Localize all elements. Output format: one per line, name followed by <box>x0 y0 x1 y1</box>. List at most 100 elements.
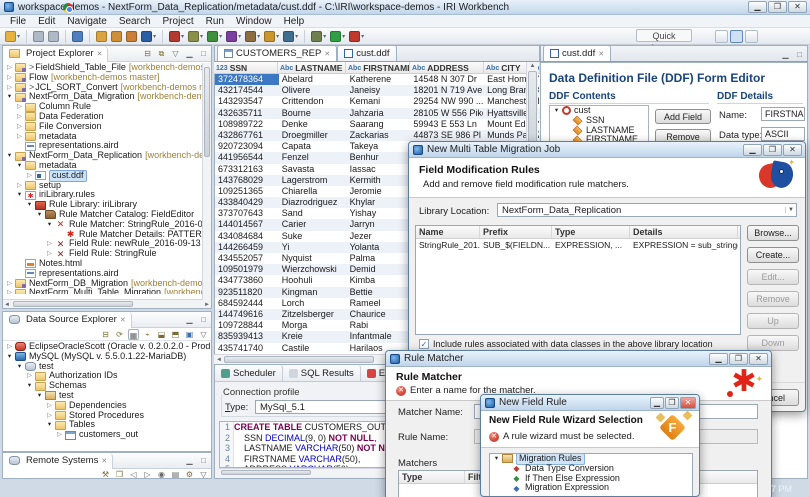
tree-item[interactable]: ▷Stored Procedures <box>3 411 211 421</box>
table-cell[interactable]: Chaurice <box>347 309 411 320</box>
iri-perspective-icon[interactable] <box>730 30 743 43</box>
table-row[interactable]: 432174544OlivereJaneisy18201 N 719 AveLo… <box>215 85 540 96</box>
dialog-restore-button[interactable]: ❐ <box>665 397 679 409</box>
expanded-arrow-icon[interactable]: ▾ <box>552 106 561 116</box>
rules-table-row[interactable]: StringRule_201...SUB_$(FIELDN...EXPRESSI… <box>416 239 740 251</box>
table-cell[interactable]: 432867761 <box>215 130 279 141</box>
dse-view-menu-icon[interactable]: ▽ <box>198 329 209 340</box>
toolbar-chart-wizard-icon[interactable]: ▾ <box>187 30 204 43</box>
table-cell[interactable]: Denke <box>279 119 347 130</box>
tree-item[interactable]: ▾NextForm_Data_Migration[workbench-demos… <box>3 92 211 102</box>
menu-project[interactable]: Project <box>157 16 200 27</box>
tree-item[interactable]: ▷cust.ddf <box>3 171 211 181</box>
close-icon[interactable]: ✕ <box>598 50 604 58</box>
table-row[interactable]: 108989722DenkeSaarang59943 E 553 LnMount… <box>215 119 540 130</box>
toolbar-console-icon[interactable] <box>71 30 84 43</box>
quick-access[interactable]: Quick Access <box>636 29 692 42</box>
rs-collapse-icon[interactable]: ❒ <box>114 469 125 480</box>
other-perspective-icon[interactable] <box>745 30 758 43</box>
toolbar-run-icon[interactable]: ▾ <box>329 30 346 43</box>
table-cell[interactable]: Yolanta <box>347 242 411 253</box>
expanded-arrow-icon[interactable]: ▾ <box>25 200 34 210</box>
table-cell[interactable]: 373707643 <box>215 208 279 219</box>
dse-export-icon[interactable]: ⬒ <box>170 329 181 340</box>
dialog-minimize-button[interactable]: ▁ <box>650 397 664 409</box>
menu-edit[interactable]: Edit <box>32 16 61 27</box>
collapsed-arrow-icon[interactable]: ▷ <box>25 171 34 181</box>
rs-minimize-icon[interactable]: ▁ <box>184 455 195 466</box>
minimize-button[interactable]: ▁ <box>748 1 767 13</box>
tree-item[interactable]: ▷Authorization IDs <box>3 371 211 381</box>
table-cell[interactable]: 18201 N 719 Ave <box>410 85 484 96</box>
table-cell[interactable]: 59943 E 553 Ln <box>410 119 484 130</box>
tab-remote-systems[interactable]: Remote Systems ✕ <box>3 453 113 469</box>
table-cell[interactable]: 923511820 <box>215 287 279 298</box>
table-cell[interactable]: Hyattsville <box>484 108 528 119</box>
expanded-arrow-icon[interactable]: ▾ <box>5 352 14 362</box>
toolbar-flag-wizard-icon[interactable]: ▾ <box>168 30 185 43</box>
table-cell[interactable]: 435741740 <box>215 343 279 354</box>
column-header-address[interactable]: AbcADDRESS <box>410 62 484 74</box>
table-cell[interactable]: 144014567 <box>215 219 279 230</box>
table-cell[interactable]: Lagerstrom <box>279 175 347 186</box>
tab-scheduler[interactable]: Scheduler <box>215 365 283 381</box>
rs-view-menu-icon[interactable]: ▽ <box>198 469 209 480</box>
table-cell[interactable]: 109501979 <box>215 264 279 275</box>
table-cell[interactable]: Demid <box>347 264 411 275</box>
table-cell[interactable]: 44873 SE 986 Pl <box>410 130 484 141</box>
rs-settings-icon[interactable]: ⚙ <box>184 469 195 480</box>
table-cell[interactable]: 108989722 <box>215 119 279 130</box>
table-cell[interactable]: Infantmale <box>347 331 411 342</box>
rules-cell[interactable]: EXPRESSION = sub_string($(FIELDNAME), 6,… <box>630 239 738 251</box>
table-cell[interactable]: Hoohuli <box>279 275 347 286</box>
table-cell[interactable]: Bourne <box>279 108 347 119</box>
table-cell[interactable]: Rabi <box>347 320 411 331</box>
table-cell[interactable]: Chiarella <box>279 186 347 197</box>
browse-button[interactable]: Browse... <box>747 225 799 241</box>
table-cell[interactable]: 144266459 <box>215 242 279 253</box>
table-cell[interactable]: Kermith <box>347 175 411 186</box>
tree-item[interactable]: ▷setup <box>3 181 211 191</box>
rs-list-icon[interactable]: ▤ <box>170 469 181 480</box>
table-cell[interactable]: East Homer <box>484 74 528 85</box>
toolbar-quill-wizard-icon[interactable]: ▾ <box>282 30 299 43</box>
dse-save-icon[interactable]: ▣ <box>184 329 195 340</box>
collapsed-arrow-icon[interactable]: ▷ <box>5 342 14 352</box>
tab-sql-results[interactable]: SQL Results <box>283 365 361 381</box>
menu-window[interactable]: Window <box>230 16 278 27</box>
table-cell[interactable]: 109728844 <box>215 320 279 331</box>
table-cell[interactable]: Crittendon <box>279 96 347 107</box>
table-cell[interactable]: Wierzchowski <box>279 264 347 275</box>
collapsed-arrow-icon[interactable]: ▷ <box>45 239 54 249</box>
table-cell[interactable]: Janeisy <box>347 85 411 96</box>
table-cell[interactable]: 143768029 <box>215 175 279 186</box>
table-cell[interactable]: Saarang <box>347 119 411 130</box>
rules-cell[interactable]: EXPRESSION, ... <box>552 239 630 251</box>
expanded-arrow-icon[interactable]: ▾ <box>35 391 44 401</box>
project-explorer-vscrollbar[interactable] <box>202 63 211 300</box>
table-cell[interactable]: 835939413 <box>215 331 279 342</box>
toolbar-dart-wizard-icon[interactable]: ▾ <box>244 30 261 43</box>
table-cell[interactable]: Lorch <box>279 298 347 309</box>
table-cell[interactable]: Kreie <box>279 331 347 342</box>
rs-maximize-icon[interactable]: □ <box>198 455 209 466</box>
ddf-name-input[interactable]: FIRSTNAME <box>761 107 805 121</box>
table-cell[interactable]: Palma <box>347 253 411 264</box>
rules-column-details[interactable]: Details <box>630 226 738 238</box>
tree-item[interactable]: ▷File Conversion <box>3 122 211 132</box>
column-header-firstname[interactable]: AbcFIRSTNAME <box>346 62 410 74</box>
dse-import-icon[interactable]: ⬓ <box>156 329 167 340</box>
table-cell[interactable]: Manchester <box>484 96 528 107</box>
table-cell[interactable]: 28105 W 556 Pike <box>410 108 484 119</box>
table-cell[interactable]: Sand <box>279 208 347 219</box>
rules-column-type[interactable]: Type <box>552 226 630 238</box>
dialog-minimize-button[interactable]: ▁ <box>709 353 728 365</box>
table-cell[interactable]: Abelard <box>279 74 347 85</box>
table-cell[interactable]: Diazrodriguez <box>279 197 347 208</box>
dse-minimize-icon[interactable]: ▁ <box>184 314 195 325</box>
table-cell[interactable]: 684592444 <box>215 298 279 309</box>
table-cell[interactable]: Katherene <box>347 74 411 85</box>
collapsed-arrow-icon[interactable]: ▷ <box>5 279 14 289</box>
edit-button[interactable]: Edit... <box>747 269 799 285</box>
table-cell[interactable]: 920723094 <box>215 141 279 152</box>
